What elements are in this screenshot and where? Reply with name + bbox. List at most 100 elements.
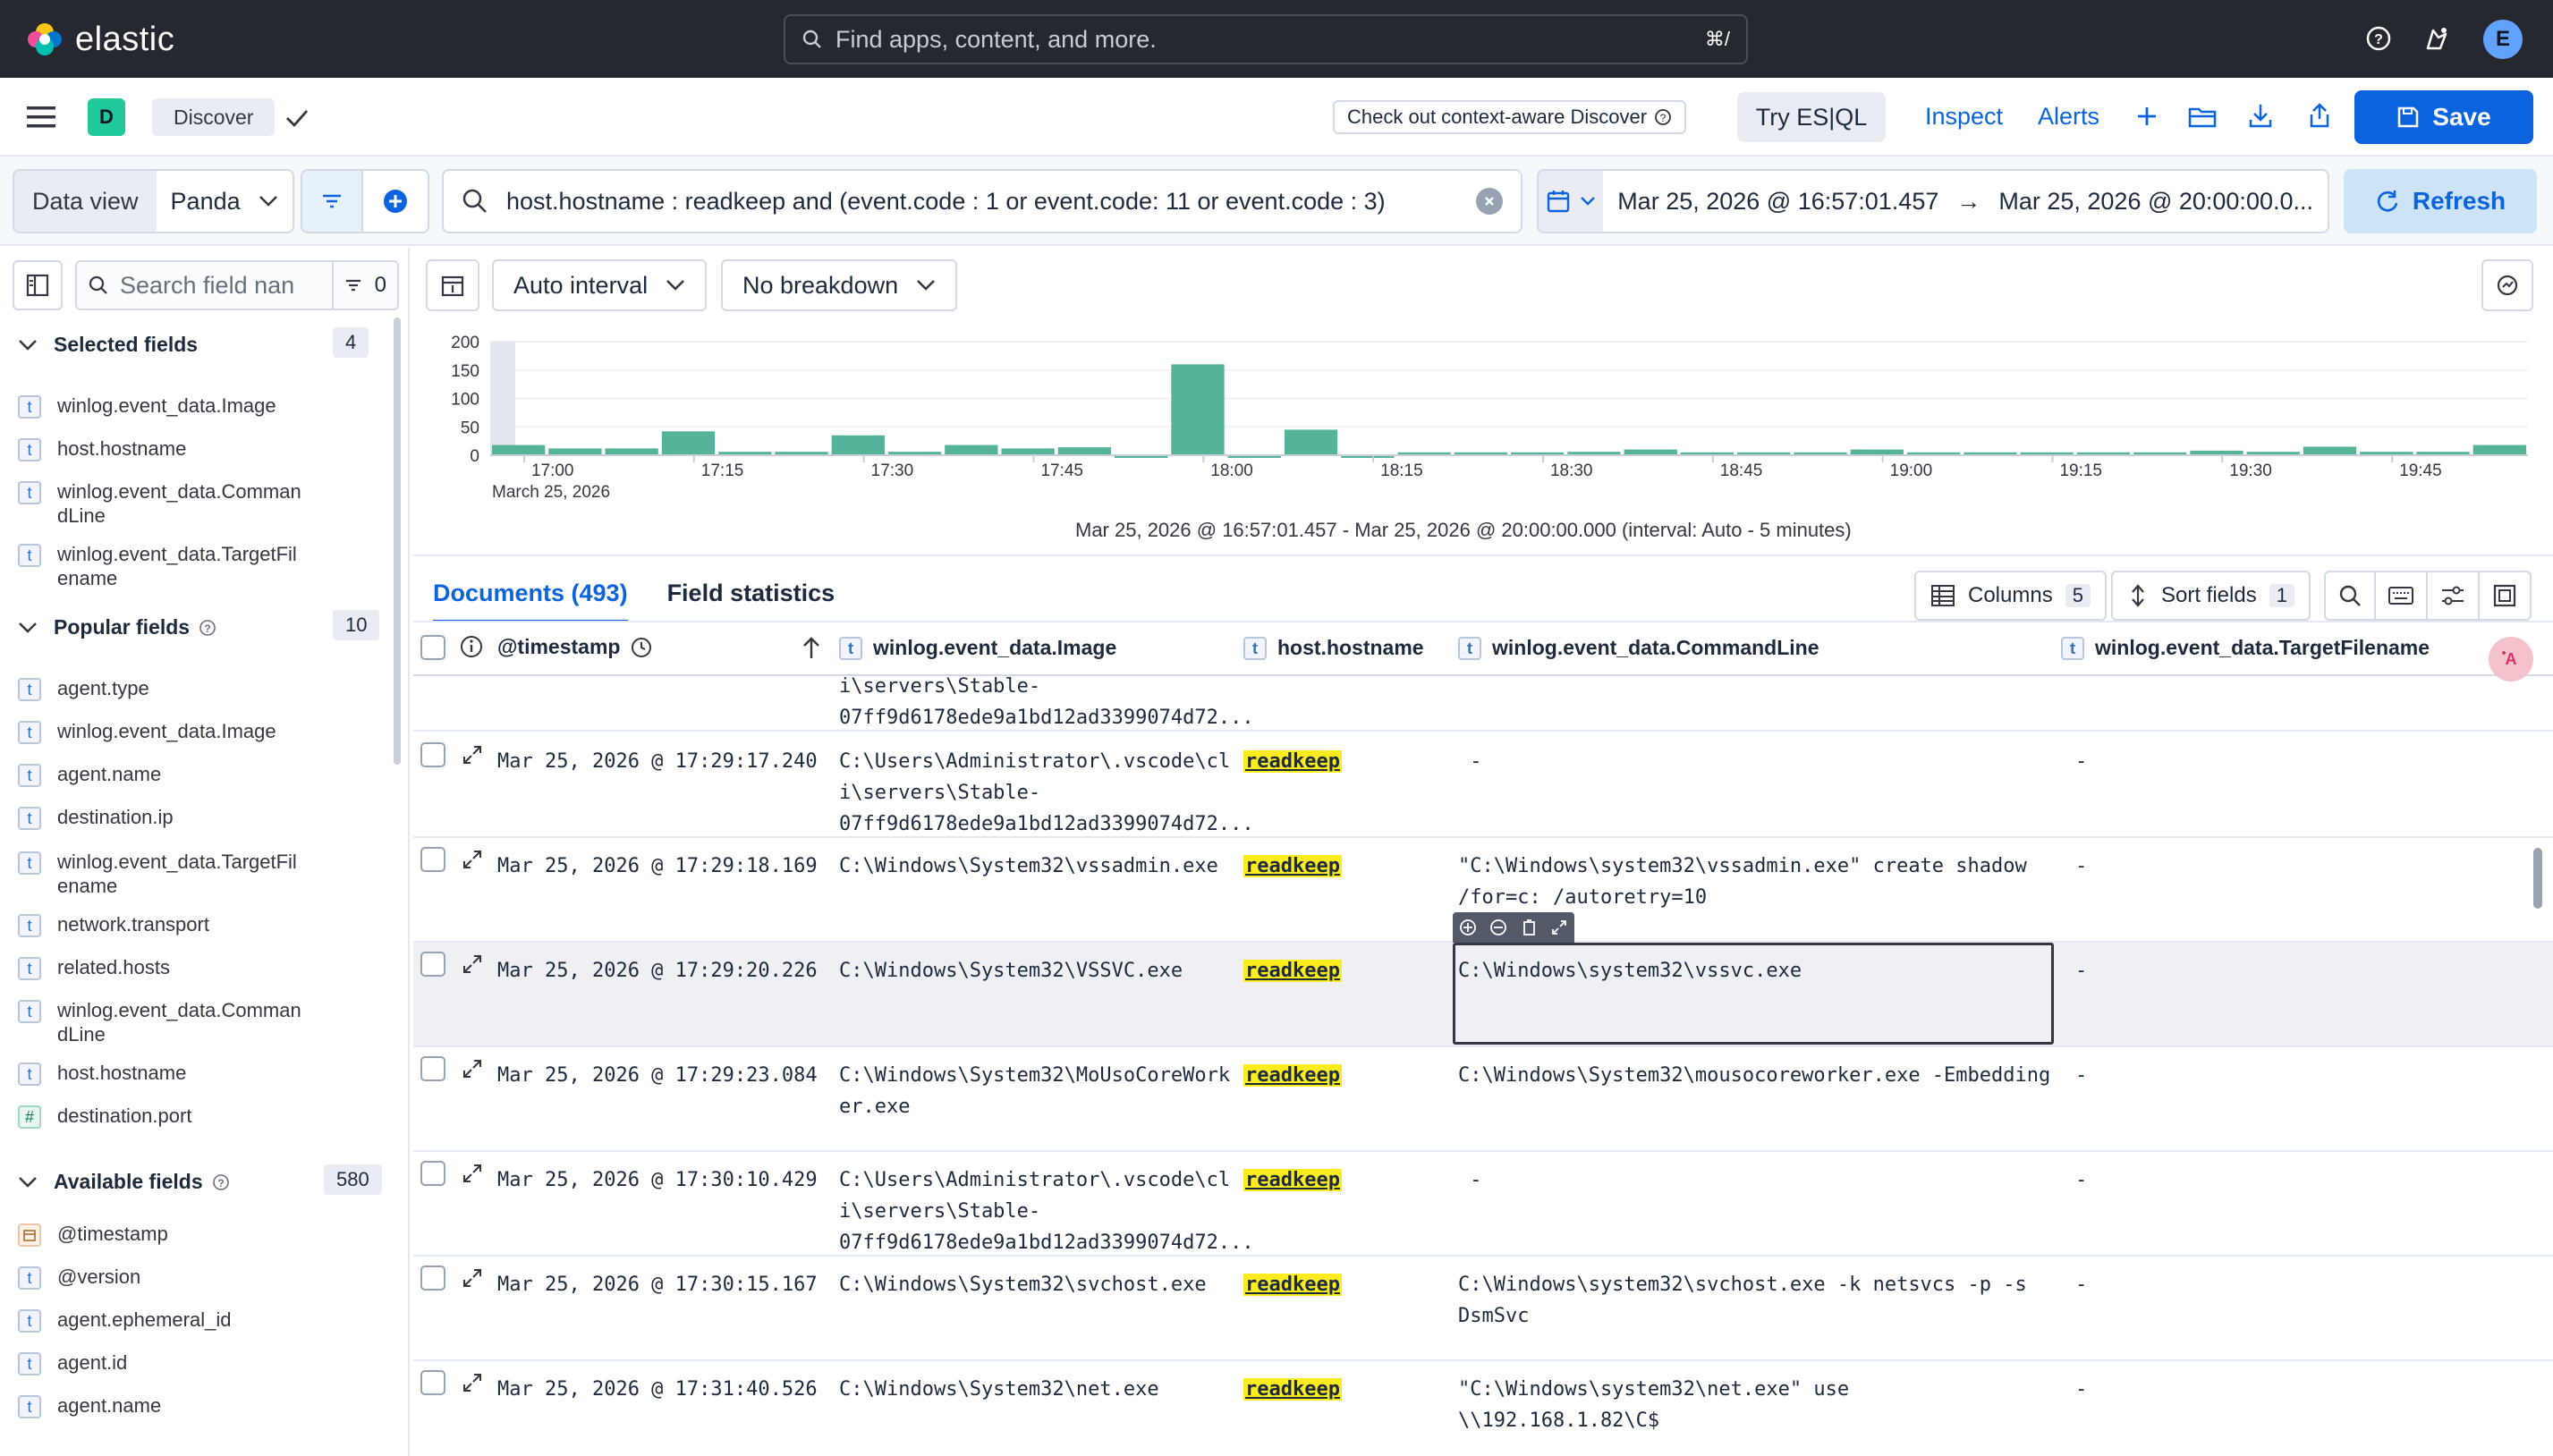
info-icon[interactable]: ? bbox=[212, 1173, 230, 1191]
cell-image[interactable]: C:\Users\Administrator\.vscode\cl i\serv… bbox=[839, 1164, 1254, 1258]
column-header-image[interactable]: t winlog.event_data.Image bbox=[839, 635, 1116, 660]
global-search-input[interactable]: Find apps, content, and more. ⌘/ bbox=[784, 14, 1748, 64]
breakdown-select[interactable]: No breakdown bbox=[721, 259, 958, 311]
field-item[interactable]: t winlog.event_data.Comman dLine bbox=[18, 479, 376, 528]
row-checkbox[interactable] bbox=[420, 952, 445, 977]
cell-image[interactable]: i\servers\Stable- 07ff9d6178ede9a1bd12ad… bbox=[839, 671, 1254, 733]
info-icon[interactable]: ? bbox=[199, 619, 216, 637]
cell-hostname[interactable]: readkeep bbox=[1243, 1374, 1342, 1405]
collapse-sidebar-button[interactable] bbox=[13, 260, 63, 310]
select-all-checkbox[interactable] bbox=[420, 635, 445, 660]
expand-row-icon[interactable] bbox=[462, 953, 483, 975]
data-view-picker[interactable]: Data view Panda bbox=[13, 169, 294, 233]
refresh-button[interactable]: Refresh bbox=[2344, 169, 2537, 233]
cell-timestamp[interactable]: Mar 25, 2026 @ 17:30:15.167 bbox=[497, 1269, 818, 1300]
cell-commandline[interactable]: - bbox=[1458, 1164, 1481, 1196]
histogram-bar[interactable] bbox=[831, 435, 885, 455]
expand-row-icon[interactable] bbox=[462, 849, 483, 870]
histogram-bar[interactable] bbox=[2472, 444, 2526, 455]
elastic-logo[interactable]: elastic bbox=[25, 20, 174, 59]
cell-targetfilename[interactable]: - bbox=[2075, 1269, 2087, 1300]
field-item[interactable]: t agent.type bbox=[18, 676, 376, 701]
fullscreen-button[interactable] bbox=[2480, 571, 2532, 621]
field-item[interactable]: # destination.port bbox=[18, 1104, 376, 1129]
context-aware-callout[interactable]: Check out context-aware Discover ? bbox=[1333, 100, 1687, 134]
column-header-targetfilename[interactable]: t winlog.event_data.TargetFilename bbox=[2061, 635, 2430, 660]
expand-cell-icon[interactable] bbox=[1550, 918, 1568, 936]
share-icon[interactable] bbox=[2306, 102, 2333, 129]
field-item[interactable]: t winlog.event_data.Image bbox=[18, 394, 376, 419]
cell-commandline[interactable]: C:\Windows\System32\mousocoreworker.exe … bbox=[1458, 1060, 2050, 1091]
add-filter-button[interactable] bbox=[363, 169, 429, 233]
row-checkbox[interactable] bbox=[420, 1266, 445, 1291]
histogram-bar[interactable] bbox=[1171, 364, 1225, 455]
table-row[interactable]: Mar 25, 2026 @ 17:31:40.526 C:\Windows\Sy… bbox=[413, 1361, 2553, 1456]
cell-image[interactable]: C:\Windows\System32\VSSVC.exe bbox=[839, 955, 1183, 986]
kql-query-input[interactable]: host.hostname : readkeep and (event.code… bbox=[442, 169, 1522, 233]
field-item[interactable]: t @version bbox=[18, 1265, 376, 1290]
date-end[interactable]: Mar 25, 2026 @ 20:00:00.0... bbox=[1984, 188, 2328, 216]
expand-row-icon[interactable] bbox=[462, 744, 483, 766]
breadcrumb-discover[interactable]: Discover bbox=[152, 98, 276, 136]
field-item[interactable]: t winlog.event_data.TargetFil ename bbox=[18, 850, 376, 898]
cell-targetfilename[interactable]: - bbox=[2075, 746, 2087, 777]
histogram-chart[interactable]: 200 150 100 50 0 17:00 17:15 17:30 17:45 18:00 18:… bbox=[426, 326, 2546, 504]
field-item[interactable]: t network.transport bbox=[18, 912, 376, 937]
columns-button[interactable]: Columns 5 bbox=[1914, 571, 2107, 621]
filter-for-icon[interactable] bbox=[1459, 918, 1477, 936]
ai-assistant-icon[interactable]: A bbox=[2489, 637, 2533, 681]
date-start[interactable]: Mar 25, 2026 @ 16:57:01.457 bbox=[1603, 188, 1953, 216]
tab-documents[interactable]: Documents (493) bbox=[433, 580, 628, 623]
column-header-timestamp[interactable]: @timestamp bbox=[497, 635, 652, 659]
filter-menu-button[interactable] bbox=[301, 169, 363, 233]
cell-hostname[interactable]: readkeep bbox=[1243, 851, 1342, 882]
clear-query-icon[interactable] bbox=[1476, 188, 1503, 215]
cell-targetfilename[interactable]: - bbox=[2075, 1374, 2087, 1405]
column-header-hostname[interactable]: t host.hostname bbox=[1243, 635, 1424, 660]
grid-search-button[interactable] bbox=[2324, 571, 2376, 621]
table-row[interactable]: Mar 25, 2026 @ 17:30:10.429 C:\Users\Admi… bbox=[413, 1152, 2553, 1257]
save-button[interactable]: Save bbox=[2354, 90, 2533, 144]
field-item[interactable]: t host.hostname bbox=[18, 436, 376, 461]
field-item[interactable]: t host.hostname bbox=[18, 1061, 376, 1086]
chart-options-button[interactable] bbox=[2481, 259, 2533, 311]
row-checkbox[interactable] bbox=[420, 1056, 445, 1081]
keyboard-shortcuts-button[interactable] bbox=[2376, 571, 2428, 621]
histogram-bar[interactable] bbox=[1057, 447, 1112, 455]
filter-out-icon[interactable] bbox=[1489, 918, 1507, 936]
histogram-bar[interactable] bbox=[1284, 429, 1338, 455]
user-avatar[interactable]: E bbox=[2483, 20, 2523, 59]
expand-row-icon[interactable] bbox=[462, 1267, 483, 1289]
cell-targetfilename[interactable]: - bbox=[2075, 1060, 2087, 1091]
sidebar-scrollbar[interactable] bbox=[394, 317, 401, 765]
field-item[interactable]: t agent.ephemeral_id bbox=[18, 1308, 376, 1333]
field-item[interactable]: t agent.id bbox=[18, 1350, 376, 1376]
section-header-available[interactable]: Available fields? bbox=[18, 1170, 230, 1194]
grid-scrollbar[interactable] bbox=[2533, 848, 2542, 909]
field-item[interactable]: t related.hosts bbox=[18, 955, 376, 980]
new-search-icon[interactable] bbox=[2134, 104, 2159, 129]
menu-icon[interactable] bbox=[27, 105, 55, 130]
cell-image[interactable]: C:\Windows\System32\vssadmin.exe bbox=[839, 851, 1218, 882]
column-header-commandline[interactable]: t winlog.event_data.CommandLine bbox=[1458, 635, 1819, 660]
copy-icon[interactable] bbox=[1520, 918, 1538, 936]
row-checkbox[interactable] bbox=[420, 847, 445, 872]
sort-fields-button[interactable]: Sort fields 1 bbox=[2111, 571, 2311, 621]
cell-hostname[interactable]: readkeep bbox=[1243, 1164, 1342, 1196]
row-checkbox[interactable] bbox=[420, 1370, 445, 1395]
expand-row-icon[interactable] bbox=[462, 1058, 483, 1079]
cell-commandline[interactable]: C:\Windows\system32\svchost.exe -k netsv… bbox=[1458, 1269, 2027, 1332]
field-item[interactable]: t agent.name bbox=[18, 762, 376, 787]
cell-image[interactable]: C:\Windows\System32\svchost.exe bbox=[839, 1269, 1207, 1300]
data-view-value[interactable]: Panda bbox=[157, 171, 293, 232]
cell-targetfilename[interactable]: - bbox=[2075, 1164, 2087, 1196]
download-icon[interactable] bbox=[2247, 102, 2274, 129]
cell-timestamp[interactable]: Mar 25, 2026 @ 17:29:20.226 bbox=[497, 955, 818, 986]
field-item[interactable]: t winlog.event_data.TargetFil ename bbox=[18, 542, 376, 590]
expand-row-icon[interactable] bbox=[462, 1163, 483, 1184]
interval-select[interactable]: Auto interval bbox=[492, 259, 708, 311]
expand-row-icon[interactable] bbox=[462, 1372, 483, 1393]
table-row[interactable]: i\servers\Stable- 07ff9d6178ede9a1bd12ad… bbox=[413, 675, 2553, 732]
try-esql-button[interactable]: Try ES|QL bbox=[1737, 92, 1886, 142]
field-item[interactable]: t winlog.event_data.Comman dLine bbox=[18, 998, 376, 1046]
